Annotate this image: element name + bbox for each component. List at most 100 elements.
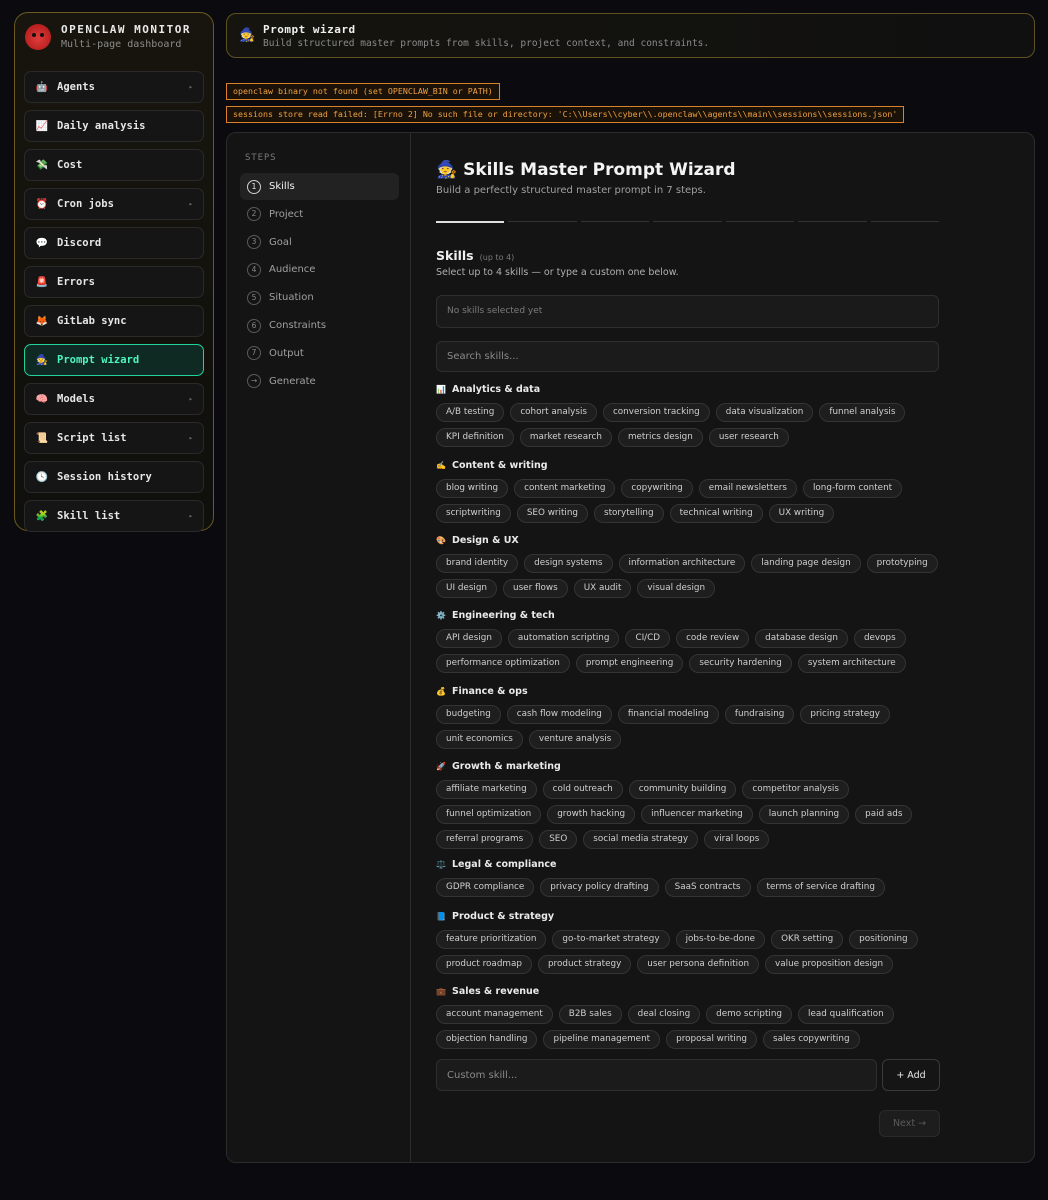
skill-chip-social-media-strategy[interactable]: social media strategy [583,830,699,849]
skill-chip-product-roadmap[interactable]: product roadmap [436,955,532,974]
skill-chip-user-research[interactable]: user research [708,428,789,447]
skill-chip-funnel-optimization[interactable]: funnel optimization [436,805,542,824]
sidebar-item-script-list[interactable]: 📜 Script list ▸ [24,422,204,454]
skill-chip-long-form-content[interactable]: long-form content [802,479,903,498]
skill-chip-database-design[interactable]: database design [755,629,848,648]
skill-chip-prompt-engineering[interactable]: prompt engineering [575,654,684,673]
skill-chip-privacy-policy-drafting[interactable]: privacy policy drafting [540,878,659,897]
skill-chip-influencer-marketing[interactable]: influencer marketing [641,805,753,824]
skill-chip-api-design[interactable]: API design [436,629,502,648]
skill-chip-sales-copywriting[interactable]: sales copywriting [763,1030,860,1049]
skill-chip-user-flows[interactable]: user flows [503,579,568,598]
chevron-icon[interactable]: ▸ [189,83,193,91]
skill-chip-lead-qualification[interactable]: lead qualification [798,1005,894,1024]
skill-chip-financial-modeling[interactable]: financial modeling [617,705,719,724]
skill-chip-saas-contracts[interactable]: SaaS contracts [664,878,751,897]
skill-chip-community-building[interactable]: community building [628,780,737,799]
skill-chip-budgeting[interactable]: budgeting [436,705,501,724]
skill-chip-automation-scripting[interactable]: automation scripting [507,629,620,648]
skill-chip-feature-prioritization[interactable]: feature prioritization [436,930,547,949]
skill-chip-launch-planning[interactable]: launch planning [758,805,850,824]
skill-chip-security-hardening[interactable]: security hardening [689,654,792,673]
skill-chip-affiliate-marketing[interactable]: affiliate marketing [436,780,537,799]
step-output[interactable]: 7 Output [240,340,399,367]
skill-chip-unit-economics[interactable]: unit economics [436,730,523,749]
skill-chip-terms-of-service-drafting[interactable]: terms of service drafting [756,878,885,897]
search-skills-input[interactable] [436,341,939,372]
skill-chip-seo-writing[interactable]: SEO writing [516,504,588,523]
skill-chip-devops[interactable]: devops [853,629,906,648]
skill-chip-ci-cd[interactable]: CI/CD [625,629,671,648]
skill-chip-b2b-sales[interactable]: B2B sales [558,1005,622,1024]
skill-chip-brand-identity[interactable]: brand identity [436,554,519,573]
skill-chip-a-b-testing[interactable]: A/B testing [436,403,505,422]
skill-chip-data-visualization[interactable]: data visualization [715,403,814,422]
skill-chip-deal-closing[interactable]: deal closing [627,1005,701,1024]
sidebar-item-cost[interactable]: 💸 Cost [24,149,204,181]
sidebar-item-session-history[interactable]: 🕓 Session history [24,461,204,493]
skill-chip-paid-ads[interactable]: paid ads [855,805,913,824]
skill-chip-referral-programs[interactable]: referral programs [436,830,534,849]
skill-chip-okr-setting[interactable]: OKR setting [771,930,844,949]
skill-chip-funnel-analysis[interactable]: funnel analysis [819,403,906,422]
skill-chip-proposal-writing[interactable]: proposal writing [666,1030,757,1049]
skill-chip-pipeline-management[interactable]: pipeline management [543,1030,661,1049]
sidebar-item-gitlab-sync[interactable]: 🦊 GitLab sync [24,305,204,337]
skill-chip-metrics-design[interactable]: metrics design [617,428,703,447]
sidebar-item-cron-jobs[interactable]: ⏰ Cron jobs ▸ [24,188,204,220]
skill-chip-fundraising[interactable]: fundraising [724,705,795,724]
skill-chip-copywriting[interactable]: copywriting [621,479,693,498]
sidebar-item-prompt-wizard[interactable]: 🧙 Prompt wizard [24,344,204,376]
sidebar-item-errors[interactable]: 🚨 Errors [24,266,204,298]
skill-chip-design-systems[interactable]: design systems [524,554,613,573]
skill-chip-demo-scripting[interactable]: demo scripting [706,1005,793,1024]
skill-chip-cold-outreach[interactable]: cold outreach [542,780,623,799]
skill-chip-conversion-tracking[interactable]: conversion tracking [602,403,710,422]
sidebar-item-agents[interactable]: 🤖 Agents ▸ [24,71,204,103]
skill-chip-scriptwriting[interactable]: scriptwriting [436,504,511,523]
sidebar-item-models[interactable]: 🧠 Models ▸ [24,383,204,415]
skill-chip-information-architecture[interactable]: information architecture [618,554,746,573]
sidebar-item-skill-list[interactable]: 🧩 Skill list ▸ [24,500,204,532]
skill-chip-positioning[interactable]: positioning [849,930,918,949]
skill-chip-jobs-to-be-done[interactable]: jobs-to-be-done [675,930,766,949]
step-goal[interactable]: 3 Goal [240,229,399,256]
next-button[interactable]: Next → [879,1110,940,1137]
step-audience[interactable]: 4 Audience [240,256,399,283]
skill-chip-objection-handling[interactable]: objection handling [436,1030,538,1049]
step-generate[interactable]: → Generate [240,368,399,395]
skill-chip-performance-optimization[interactable]: performance optimization [436,654,570,673]
skill-chip-pricing-strategy[interactable]: pricing strategy [800,705,890,724]
skill-chip-ux-audit[interactable]: UX audit [573,579,632,598]
skill-chip-growth-hacking[interactable]: growth hacking [547,805,636,824]
skill-chip-cohort-analysis[interactable]: cohort analysis [510,403,597,422]
skill-chip-visual-design[interactable]: visual design [637,579,716,598]
skill-chip-kpi-definition[interactable]: KPI definition [436,428,514,447]
skill-chip-market-research[interactable]: market research [519,428,612,447]
skill-chip-account-management[interactable]: account management [436,1005,553,1024]
step-skills[interactable]: 1 Skills [240,173,399,200]
step-constraints[interactable]: 6 Constraints [240,312,399,339]
skill-chip-email-newsletters[interactable]: email newsletters [698,479,797,498]
skill-chip-competitor-analysis[interactable]: competitor analysis [742,780,849,799]
skill-chip-gdpr-compliance[interactable]: GDPR compliance [436,878,535,897]
skill-chip-ux-writing[interactable]: UX writing [768,504,835,523]
chevron-icon[interactable]: ▸ [189,434,193,442]
skill-chip-viral-loops[interactable]: viral loops [704,830,770,849]
chevron-icon[interactable]: ▸ [189,395,193,403]
skill-chip-venture-analysis[interactable]: venture analysis [528,730,622,749]
skill-chip-landing-page-design[interactable]: landing page design [751,554,861,573]
chevron-icon[interactable]: ▸ [189,512,193,520]
add-skill-button[interactable]: + Add [882,1059,940,1091]
skill-chip-prototyping[interactable]: prototyping [866,554,938,573]
skill-chip-system-architecture[interactable]: system architecture [797,654,906,673]
skill-chip-storytelling[interactable]: storytelling [594,504,664,523]
sidebar-item-daily-analysis[interactable]: 📈 Daily analysis [24,110,204,142]
skill-chip-ui-design[interactable]: UI design [436,579,498,598]
sidebar-item-discord[interactable]: 💬 Discord [24,227,204,259]
step-project[interactable]: 2 Project [240,201,399,228]
skill-chip-blog-writing[interactable]: blog writing [436,479,509,498]
custom-skill-input[interactable] [436,1059,877,1091]
skill-chip-product-strategy[interactable]: product strategy [537,955,632,974]
skill-chip-content-marketing[interactable]: content marketing [514,479,616,498]
